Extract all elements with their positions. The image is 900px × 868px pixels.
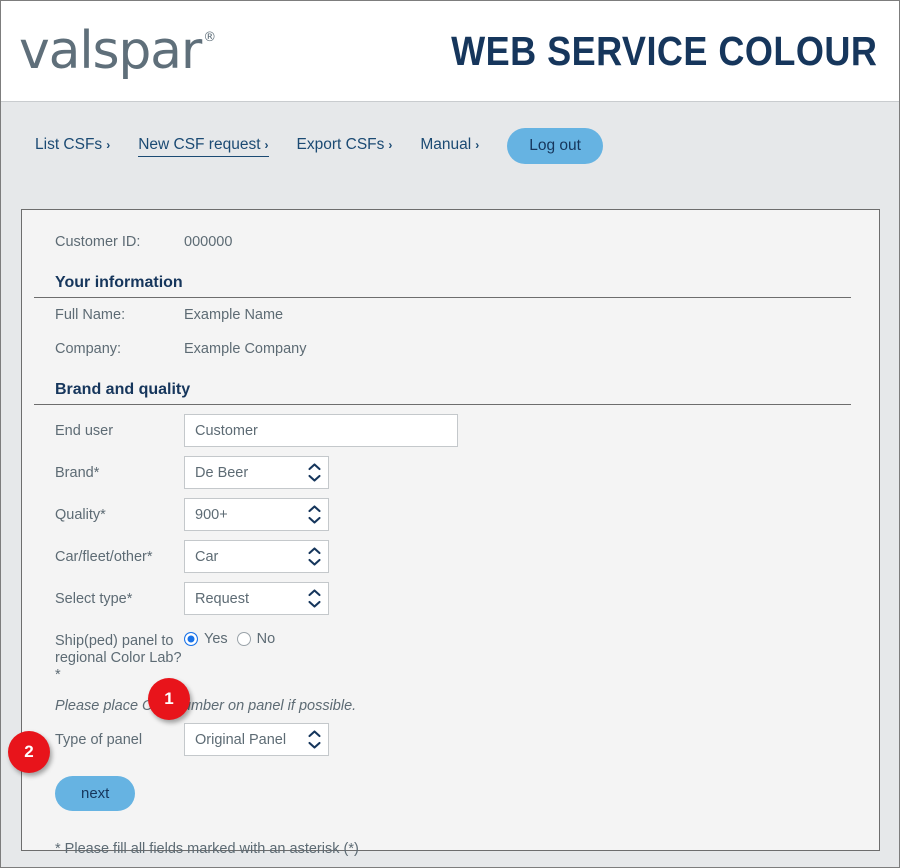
ship-panel-radio-yes[interactable]: Yes [184, 631, 228, 647]
nav-label: Manual [420, 136, 472, 153]
brand-row: Brand* De Beer [34, 456, 851, 489]
section-heading-brand-and-quality: Brand and quality [34, 369, 851, 405]
type-of-panel-selected-value: Original Panel [195, 731, 287, 748]
chevron-right-icon: › [475, 138, 480, 152]
ship-panel-radio-group: Yes No [184, 624, 275, 647]
brand-label: Brand* [55, 465, 100, 481]
customer-id-label: Customer ID: [55, 234, 141, 250]
company-value: Example Company [184, 341, 307, 357]
car-fleet-other-label: Car/fleet/other* [55, 549, 153, 565]
nav-label: New CSF request [138, 135, 261, 153]
required-fields-footnote: * Please fill all fields marked with an … [55, 841, 359, 857]
full-name-value: Example Name [184, 307, 284, 323]
car-fleet-other-selected-value: Car [195, 548, 219, 565]
logo-wordmark: valspar [19, 21, 202, 81]
stepper-chevrons-icon[interactable] [304, 589, 328, 608]
customer-id-value: 000000 [184, 234, 233, 250]
application-window: valspar ® WEB SERVICE COLOUR List CSFs › N… [0, 0, 900, 868]
page-title: WEB SERVICE COLOUR [450, 27, 877, 74]
valspar-logo: valspar ® [19, 25, 216, 77]
full-name-row: Full Name: Example Name [34, 301, 851, 335]
annotation-badge-1: 1 [148, 678, 190, 720]
car-fleet-other-select[interactable]: Car [184, 540, 329, 573]
select-type-selected-value: Request [195, 590, 250, 607]
quality-selected-value: 900+ [195, 506, 228, 523]
brand-selected-value: De Beer [195, 464, 249, 481]
next-button[interactable]: next [55, 776, 136, 811]
chevron-right-icon: › [106, 138, 111, 152]
quality-label: Quality* [55, 507, 106, 523]
select-type-label: Select type* [55, 591, 133, 607]
nav-item-manual[interactable]: Manual › [420, 136, 479, 156]
section-heading-your-information: Your information [34, 262, 851, 298]
radio-yes-label: Yes [204, 631, 228, 647]
ship-panel-radio-no[interactable]: No [236, 631, 276, 647]
type-of-panel-select[interactable]: Original Panel [184, 723, 329, 756]
end-user-row: End user [34, 414, 851, 447]
quality-select[interactable]: 900+ [184, 498, 329, 531]
site-header: valspar ® WEB SERVICE COLOUR [1, 1, 899, 102]
stepper-chevrons-icon[interactable] [304, 547, 328, 566]
nav-item-export-csfs[interactable]: Export CSFs › [297, 136, 393, 156]
type-of-panel-label: Type of panel [55, 732, 143, 748]
stepper-chevrons-icon[interactable] [304, 463, 328, 482]
quality-row: Quality* 900+ [34, 498, 851, 531]
brand-select[interactable]: De Beer [184, 456, 329, 489]
radio-no-label: No [256, 631, 276, 647]
ship-panel-label: Ship(ped) panel to regional Color Lab?* [55, 633, 182, 683]
nav-item-list-csfs[interactable]: List CSFs › [35, 136, 110, 156]
main-navigation: List CSFs › New CSF request › Export CSFs ›… [1, 102, 899, 190]
registered-trademark-icon: ® [203, 30, 216, 45]
ship-panel-row: Ship(ped) panel to regional Color Lab?* … [34, 624, 851, 684]
customer-id-row: Customer ID: 000000 [34, 228, 851, 262]
select-type-select[interactable]: Request [184, 582, 329, 615]
nav-item-new-csf-request[interactable]: New CSF request › [138, 135, 269, 157]
stepper-chevrons-icon[interactable] [304, 505, 328, 524]
logout-button[interactable]: Log out [507, 128, 603, 164]
chevron-right-icon: › [264, 137, 269, 152]
end-user-label: End user [55, 423, 114, 439]
chevron-right-icon: › [388, 138, 393, 152]
radio-selected-icon[interactable] [184, 632, 198, 646]
select-type-row: Select type* Request [34, 582, 851, 615]
company-label: Company: [55, 341, 122, 357]
type-of-panel-row: Type of panel Original Panel [34, 723, 851, 756]
radio-unselected-icon[interactable] [236, 632, 251, 646]
annotation-badge-2: 2 [8, 731, 50, 773]
full-name-label: Full Name: [55, 307, 126, 323]
car-fleet-other-row: Car/fleet/other* Car [34, 540, 851, 573]
nav-label: Export CSFs [296, 136, 385, 153]
csf-request-form-panel: Customer ID: 000000 Your information Ful… [21, 209, 880, 857]
company-row: Company: Example Company [34, 335, 851, 369]
end-user-input[interactable] [184, 414, 458, 447]
nav-label: List CSFs [35, 136, 103, 153]
stepper-chevrons-icon[interactable] [304, 730, 328, 749]
